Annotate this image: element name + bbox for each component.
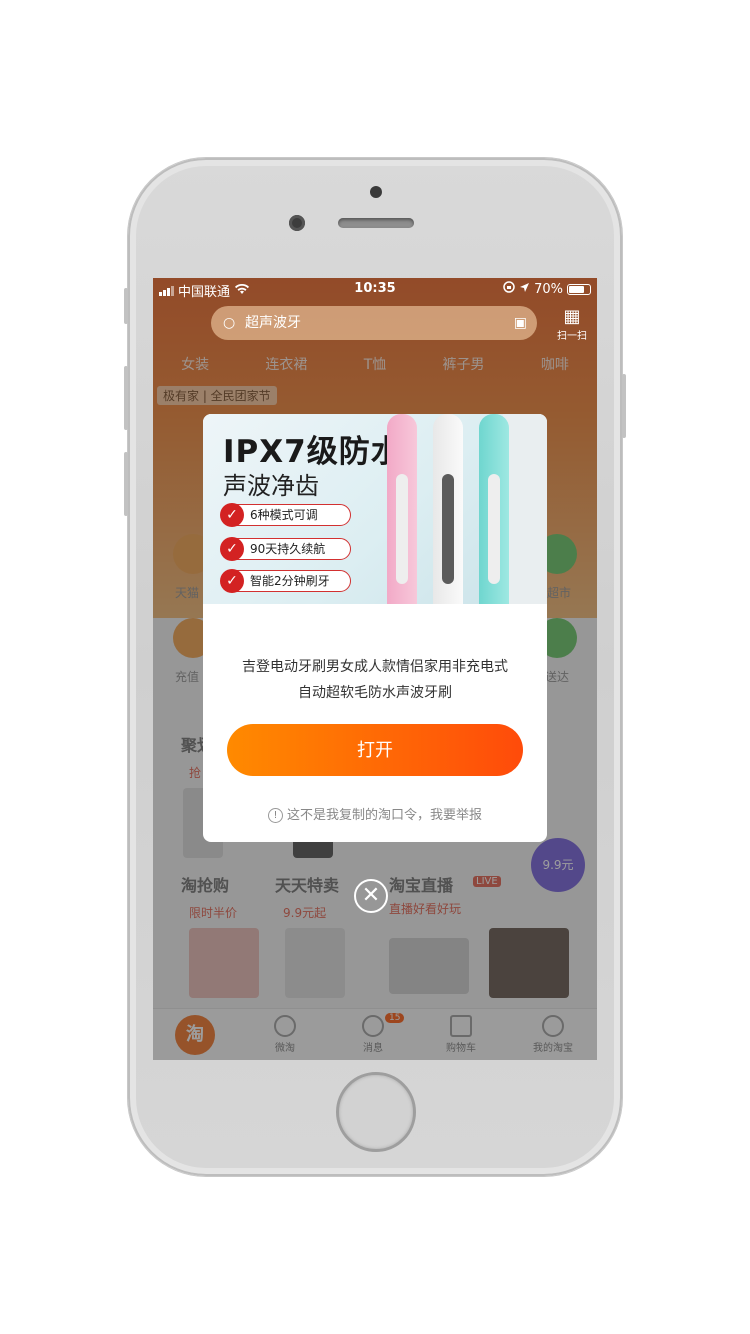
feature-label: 6种模式可调 — [250, 508, 318, 522]
power-button — [622, 374, 626, 438]
phone-screen: 中国联通 10:35 70% ○ 超声波牙 ▣ ▦ 扫一扫 女装 连衣裙 T恤 … — [153, 278, 597, 1060]
earpiece-speaker — [338, 218, 414, 228]
camera-search-icon[interactable]: ▣ — [514, 306, 527, 340]
open-button[interactable]: 打开 — [227, 724, 523, 776]
feature-tag: ✓ 6种模式可调 — [220, 503, 351, 527]
mute-switch — [124, 288, 128, 324]
feature-label: 90天持久续航 — [250, 542, 326, 556]
front-camera — [289, 215, 305, 231]
battery-percent: 70% — [534, 281, 563, 297]
toothbrush-pink — [387, 414, 417, 604]
scan-label: 扫一扫 — [557, 331, 587, 342]
product-title-line: 自动超软毛防水声波牙刷 — [298, 685, 452, 701]
search-icon: ○ — [223, 315, 236, 331]
rotation-lock-icon — [503, 281, 515, 297]
volume-up-button — [124, 366, 128, 430]
feature-label: 智能2分钟刷牙 — [250, 574, 330, 588]
product-banner[interactable]: IPX7级防水 声波净齿 ✓ 6种模式可调 ✓ 90天持久续航 ✓ 智能2分钟刷牙 — [203, 414, 547, 604]
banner-title: IPX7级防水 — [223, 434, 403, 470]
search-placeholder: 超声波牙 — [245, 315, 301, 331]
toothbrush-teal — [479, 414, 509, 604]
search-bar[interactable]: ○ 超声波牙 ▣ — [211, 306, 537, 340]
product-title-line: 吉登电动牙刷男女成人款情侣家用非充电式 — [242, 659, 508, 675]
taokouling-dialog: IPX7级防水 声波净齿 ✓ 6种模式可调 ✓ 90天持久续航 ✓ 智能2分钟刷牙 吉… — [203, 414, 547, 842]
product-description: 吉登电动牙刷男女成人款情侣家用非充电式 自动超软毛防水声波牙刷 — [203, 654, 547, 706]
toothbrush-white — [433, 414, 463, 604]
scan-button[interactable]: ▦ 扫一扫 — [557, 306, 587, 342]
check-icon: ✓ — [220, 569, 244, 593]
exclamation-icon: ! — [267, 808, 283, 823]
volume-down-button — [124, 452, 128, 516]
check-icon: ✓ — [220, 537, 244, 561]
banner-subtitle: 声波净齿 — [223, 472, 319, 500]
feature-tag: ✓ 90天持久续航 — [220, 537, 351, 561]
feature-tag: ✓ 智能2分钟刷牙 — [220, 569, 351, 593]
proximity-sensor — [370, 186, 382, 198]
report-link[interactable]: ! 这不是我复制的淘口令，我要举报 — [203, 804, 547, 823]
close-icon[interactable]: ✕ — [354, 879, 388, 913]
home-button[interactable] — [336, 1072, 416, 1152]
speaker-prop — [503, 414, 547, 604]
check-icon: ✓ — [220, 503, 244, 527]
location-icon — [519, 282, 530, 297]
status-bar: 中国联通 10:35 70% — [153, 278, 597, 300]
report-label: 这不是我复制的淘口令，我要举报 — [286, 808, 482, 823]
qr-scan-icon: ▦ — [563, 306, 581, 327]
battery-icon — [567, 283, 591, 295]
